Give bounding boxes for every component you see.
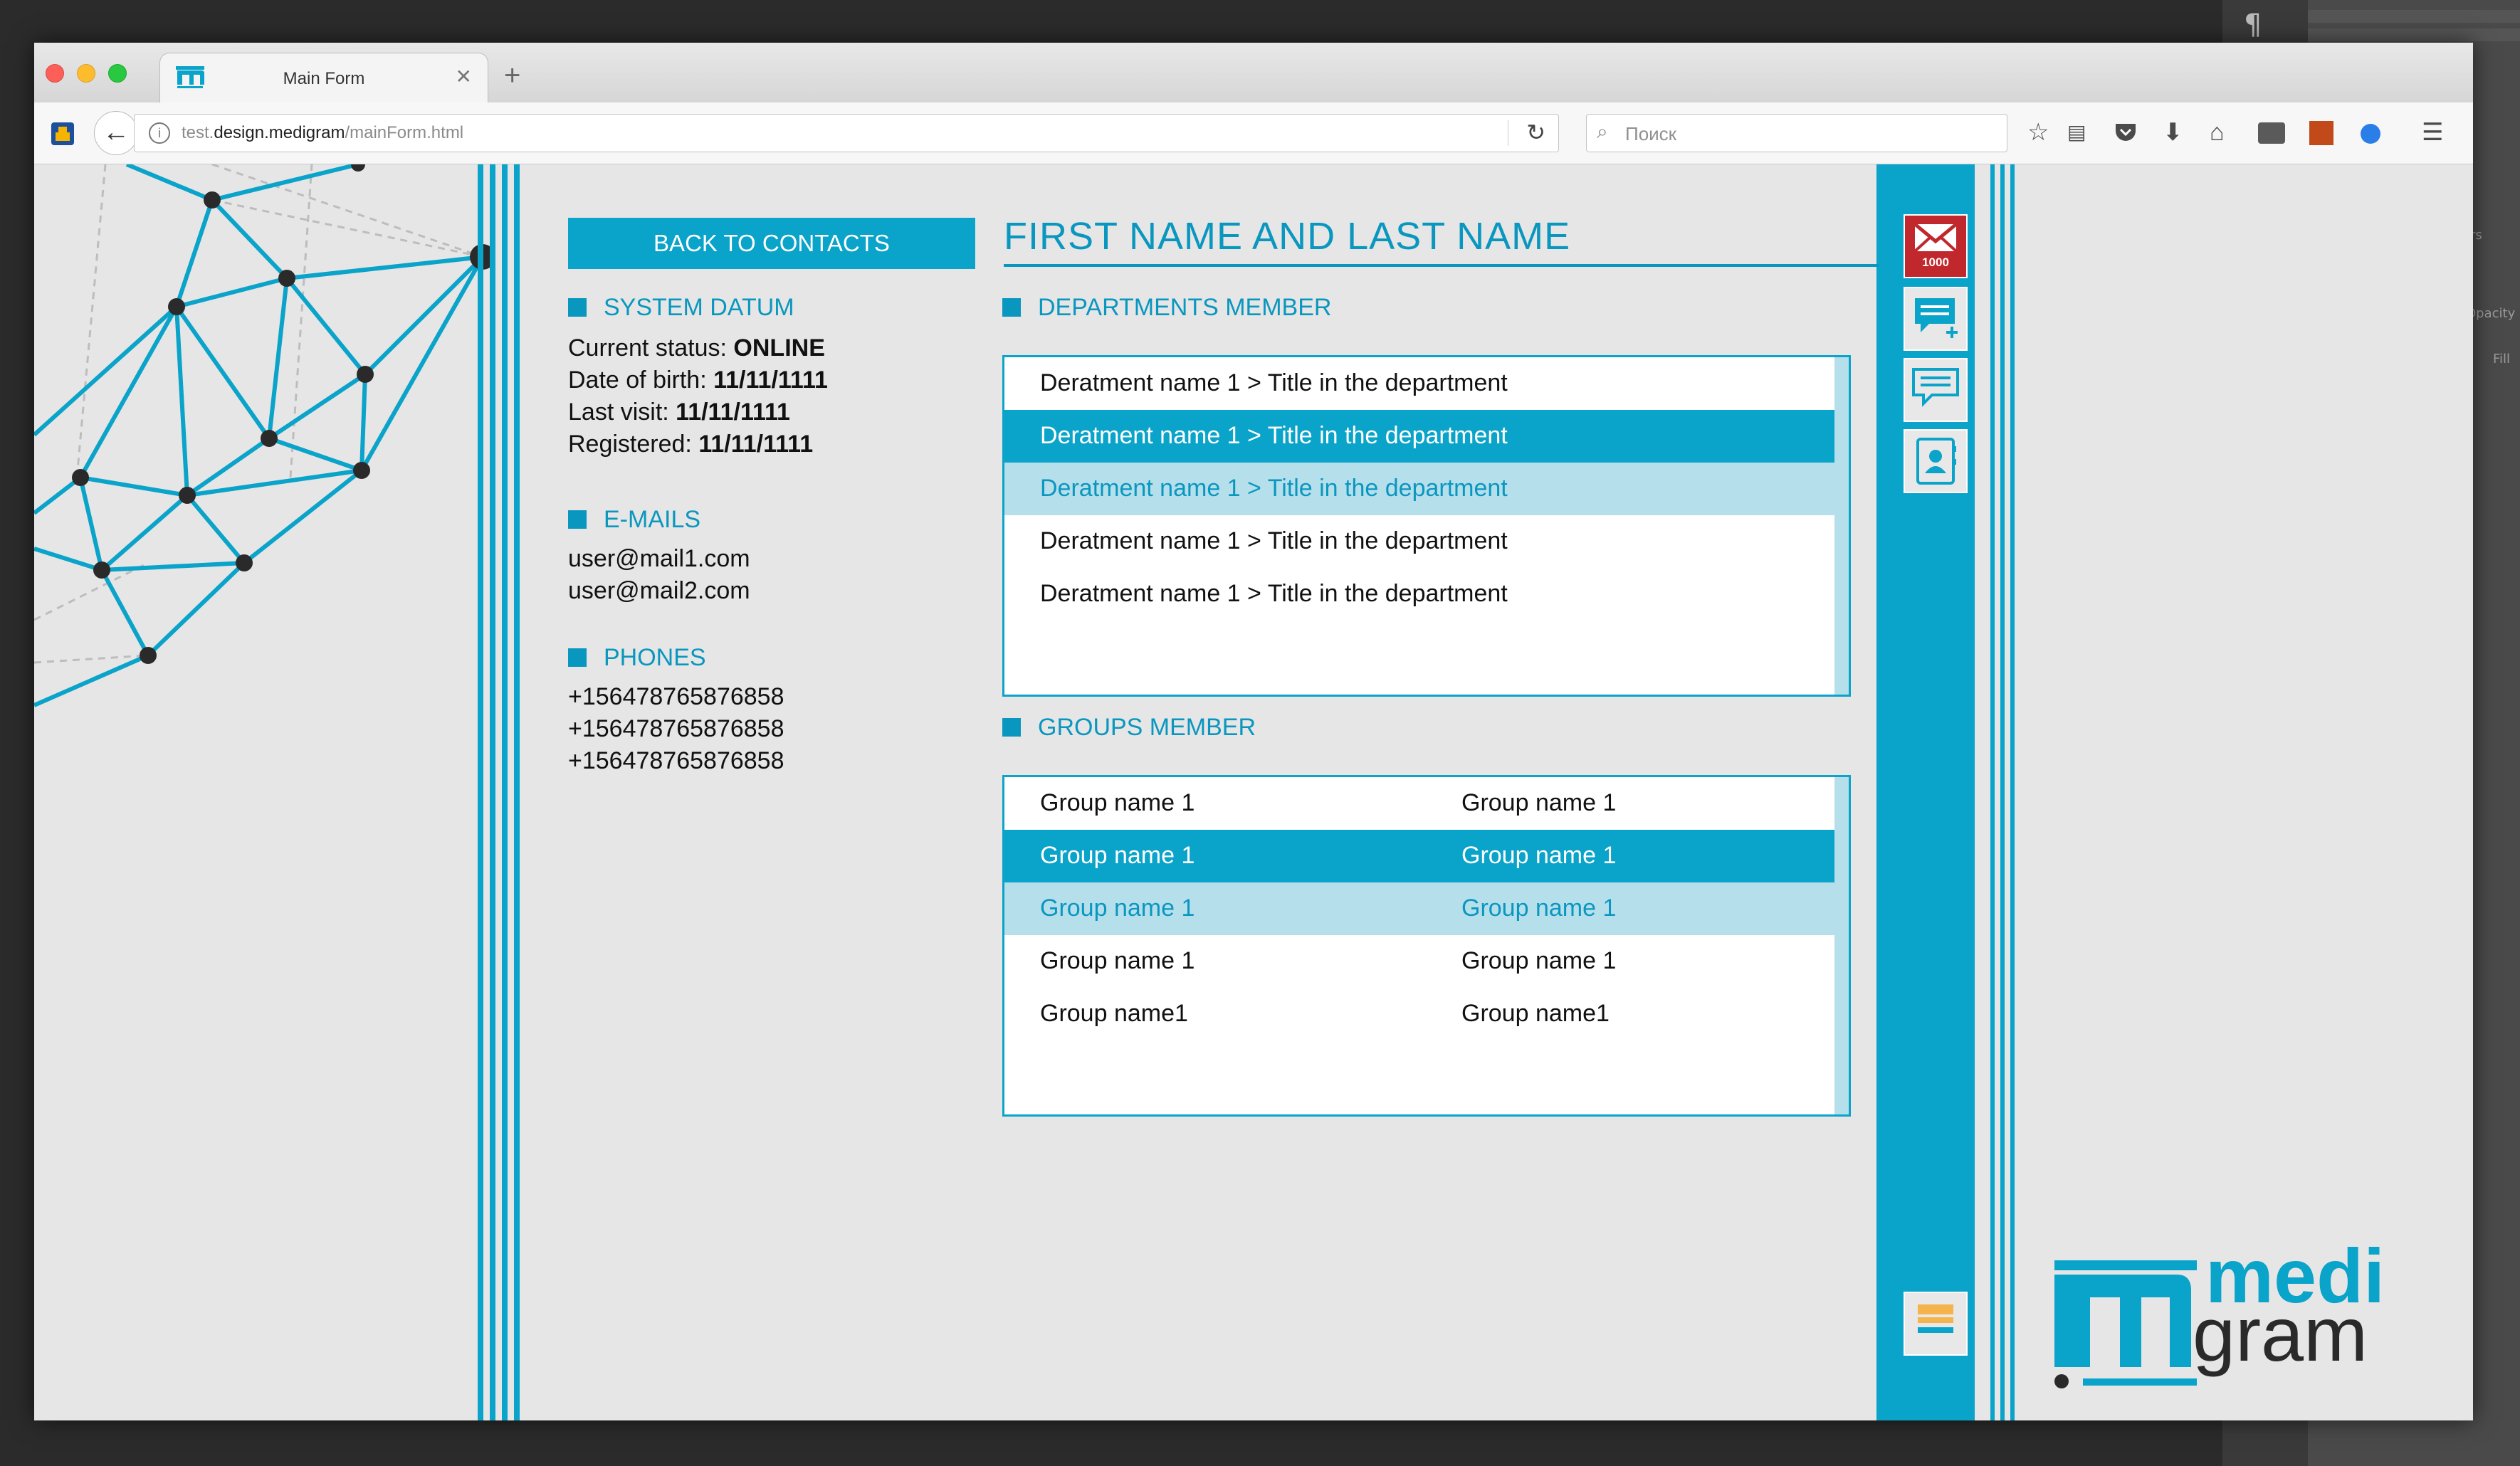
group-row[interactable]: Group name 1 Group name 1 xyxy=(1004,935,1834,988)
contact-card-button[interactable] xyxy=(1904,429,1968,493)
notes-icon xyxy=(1918,1304,1953,1333)
section-bullet-icon xyxy=(1002,298,1021,317)
right-stripe xyxy=(2010,164,2015,1420)
extension-logo-icon[interactable] xyxy=(51,122,74,145)
search-placeholder: Поиск xyxy=(1625,123,1677,144)
home-icon[interactable]: ⌂ xyxy=(2210,118,2225,147)
group-row[interactable]: Group name1 Group name1 xyxy=(1004,988,1834,1040)
messages-icon xyxy=(1912,368,1959,407)
reading-list-icon[interactable]: ▤ xyxy=(2067,118,2086,147)
left-stripe xyxy=(478,164,483,1420)
background-app-bar xyxy=(2308,10,2520,23)
department-row[interactable]: Deratment name 1 > Title in the departme… xyxy=(1004,357,1834,410)
navigation-bar: ← i test.design.medigram/mainForm.html ↻… xyxy=(34,102,2473,164)
background-label: Opacity xyxy=(2466,306,2516,321)
departments-list[interactable]: Deratment name 1 > Title in the departme… xyxy=(1002,355,1851,697)
logo-text-bottom: gram xyxy=(2193,1291,2368,1377)
left-stripe xyxy=(514,164,520,1420)
name-underline xyxy=(1004,264,1879,267)
action-sidebar: 1000 xyxy=(1876,164,1975,1420)
back-to-contacts-button[interactable]: BACK TO CONTACTS xyxy=(568,218,975,269)
background-app-bar xyxy=(2308,28,2520,41)
menu-icon[interactable]: ☰ xyxy=(2422,118,2443,147)
phone-item[interactable]: +156478765876858 xyxy=(568,713,784,745)
contact-full-name: FIRST NAME AND LAST NAME xyxy=(1004,215,1571,258)
emails-heading: E-MAILS xyxy=(568,506,700,534)
status-value: ONLINE xyxy=(733,334,825,362)
url-bar[interactable]: i test.design.medigram/mainForm.html ↻ xyxy=(134,114,1559,152)
url-text[interactable]: test.design.medigram/mainForm.html xyxy=(182,123,463,143)
department-row[interactable]: Deratment name 1 > Title in the departme… xyxy=(1004,410,1834,463)
arrow-left-icon: ← xyxy=(103,117,130,147)
network-decoration xyxy=(34,164,490,707)
tab-main-form[interactable]: Main Form ✕ xyxy=(159,53,488,103)
search-input[interactable]: ⌕ Поиск xyxy=(1586,114,2007,152)
background-label: Fill xyxy=(2493,352,2511,366)
groups-list[interactable]: Group name 1 Group name 1 Group name 1 Gro… xyxy=(1002,775,1851,1117)
new-message-icon xyxy=(1915,298,1958,338)
browser-window: Main Form ✕ + ← i test.design.medigram/m… xyxy=(34,43,2473,1420)
minimize-window-button[interactable] xyxy=(77,64,95,83)
department-row[interactable]: Deratment name 1 > Title in the departme… xyxy=(1004,568,1834,621)
extension-icon[interactable] xyxy=(2309,121,2333,145)
groups-heading: GROUPS MEMBER xyxy=(1002,714,1256,742)
registered-line: Registered: 11/11/1111 xyxy=(568,431,814,458)
new-tab-button[interactable]: + xyxy=(504,60,520,92)
tab-strip: Main Form ✕ + xyxy=(34,43,2473,103)
system-datum-info: Current status: ONLINE Date of birth: 11… xyxy=(568,332,828,460)
back-button[interactable]: ← xyxy=(94,111,138,155)
left-stripe xyxy=(502,164,508,1420)
group-row[interactable]: Group name 1 Group name 1 xyxy=(1004,830,1834,882)
emails-list: user@mail1.com user@mail2.com xyxy=(568,543,750,607)
right-stripe xyxy=(1990,164,1995,1420)
notes-button[interactable] xyxy=(1904,1292,1968,1356)
search-icon: ⌕ xyxy=(1597,120,1608,142)
paragraph-glyph: ¶ xyxy=(2244,9,2262,41)
department-row[interactable]: Deratment name 1 > Title in the departme… xyxy=(1004,463,1834,515)
zoom-window-button[interactable] xyxy=(108,64,127,83)
groups-scrollbar[interactable] xyxy=(1834,777,1849,1114)
screenshot-icon[interactable] xyxy=(2258,122,2285,144)
dob-line: Date of birth: 11/11/1111 xyxy=(568,366,828,394)
system-datum-heading: SYSTEM DATUM xyxy=(568,294,794,322)
last-visit-line: Last visit: 11/11/1111 xyxy=(568,399,790,426)
left-stripe xyxy=(490,164,495,1420)
star-icon[interactable]: ☆ xyxy=(2027,118,2049,147)
email-item[interactable]: user@mail2.com xyxy=(568,575,750,607)
section-bullet-icon xyxy=(568,648,587,667)
section-bullet-icon xyxy=(568,298,587,317)
right-stripe xyxy=(2000,164,2005,1420)
contact-card-icon xyxy=(1916,438,1956,485)
group-row[interactable]: Group name 1 Group name 1 xyxy=(1004,777,1834,830)
info-icon[interactable]: i xyxy=(149,122,170,144)
departments-heading: DEPARTMENTS MEMBER xyxy=(1002,294,1331,322)
pocket-icon[interactable] xyxy=(2113,120,2138,145)
new-message-button[interactable] xyxy=(1904,287,1968,351)
department-row[interactable]: Deratment name 1 > Title in the departme… xyxy=(1004,515,1834,568)
mail-button[interactable]: 1000 xyxy=(1904,214,1968,278)
tab-title: Main Form xyxy=(283,69,365,88)
phones-heading: PHONES xyxy=(568,644,706,672)
mail-count: 1000 xyxy=(1922,255,1949,269)
phone-item[interactable]: +156478765876858 xyxy=(568,745,784,777)
section-bullet-icon xyxy=(1002,718,1021,737)
departments-scrollbar[interactable] xyxy=(1834,357,1849,695)
close-tab-icon[interactable]: ✕ xyxy=(456,65,472,88)
chat-icon[interactable] xyxy=(2361,124,2380,144)
reload-icon[interactable]: ↻ xyxy=(1526,119,1545,146)
close-window-button[interactable] xyxy=(46,64,64,83)
messages-button[interactable] xyxy=(1904,358,1968,422)
section-bullet-icon xyxy=(568,510,587,529)
phones-list: +156478765876858 +156478765876858 +15647… xyxy=(568,681,784,777)
download-icon[interactable]: ⬇ xyxy=(2163,118,2183,147)
email-item[interactable]: user@mail1.com xyxy=(568,543,750,575)
phone-item[interactable]: +156478765876858 xyxy=(568,681,784,713)
status-line: Current status: ONLINE xyxy=(568,334,825,362)
page-content: 1000 medi gram BACK TO CONTACTS SYSTEM D… xyxy=(34,164,2473,1420)
group-row[interactable]: Group name 1 Group name 1 xyxy=(1004,882,1834,935)
